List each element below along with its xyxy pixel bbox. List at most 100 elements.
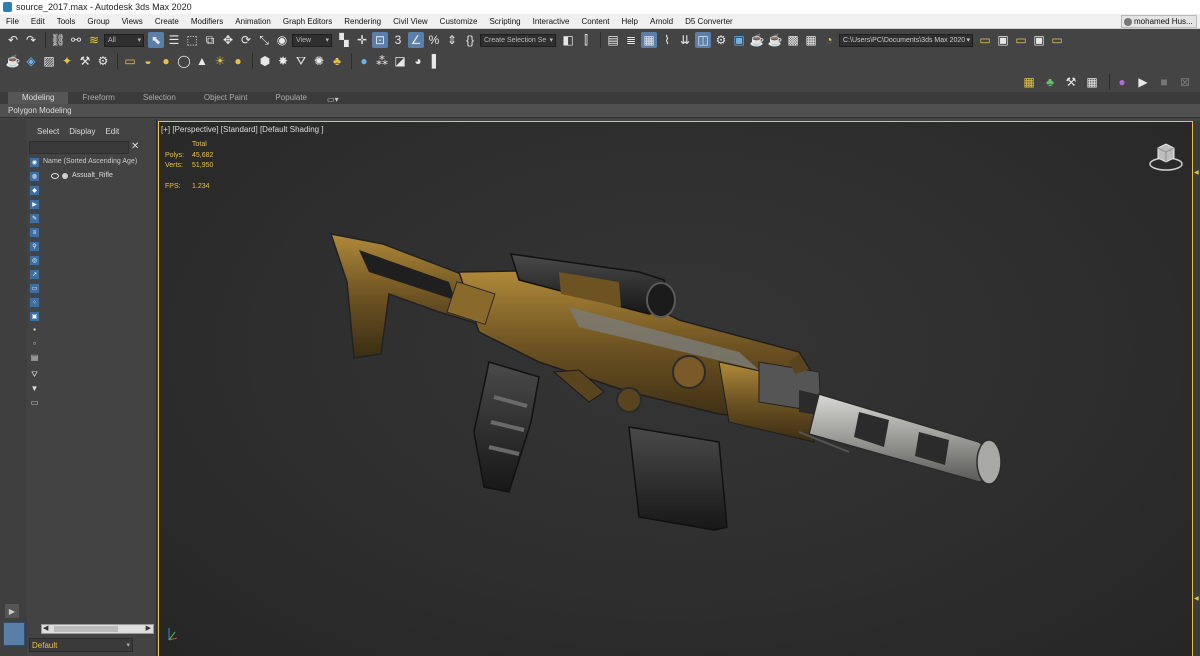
sphere-object-icon[interactable]: ● [158, 53, 174, 69]
filter-icon[interactable]: ▼ [29, 384, 40, 395]
display-containers-icon[interactable]: ⁘ [29, 297, 40, 308]
modifier-tools-icon[interactable]: ⚙ [95, 53, 111, 69]
scroll-right-icon[interactable]: ▶ [146, 624, 151, 632]
menu-edit[interactable]: Edit [25, 17, 51, 26]
render-iterative-icon[interactable]: ☕ [767, 32, 783, 48]
polygon-modeling-panel[interactable]: Polygon Modeling [8, 106, 72, 115]
menu-arnold[interactable]: Arnold [644, 17, 679, 26]
select-by-name-icon[interactable]: ☰ [166, 32, 182, 48]
new-project-icon[interactable]: ▣ [1031, 32, 1047, 48]
light-lister-icon[interactable]: ✦ [59, 53, 75, 69]
grass-icon[interactable]: ♣ [1042, 74, 1058, 90]
open-project-icon[interactable]: ▣ [995, 32, 1011, 48]
plugin-icon[interactable]: ● [1114, 74, 1130, 90]
skydome-light-icon[interactable]: ● [230, 53, 246, 69]
toggle-scene-explorer-icon[interactable]: ▤ [605, 32, 621, 48]
link-icon[interactable]: ⛓ [50, 32, 66, 48]
unlink-icon[interactable]: ⚯ [68, 32, 84, 48]
visibility-eye-icon[interactable] [51, 172, 59, 179]
rectangular-selection-icon[interactable]: ⬚ [184, 32, 200, 48]
display-xrefs-icon[interactable]: ↗ [29, 269, 40, 280]
explorer-menu-edit[interactable]: Edit [105, 127, 119, 136]
sphere-light-icon[interactable]: ◯ [176, 53, 192, 69]
percent-snap-icon[interactable]: % [426, 32, 442, 48]
menu-tools[interactable]: Tools [51, 17, 82, 26]
arnold-log-icon[interactable]: ▌ [428, 53, 444, 69]
display-none-icon[interactable]: ▫ [29, 339, 40, 350]
menu-group[interactable]: Group [81, 17, 115, 26]
material-sphere-icon[interactable]: ● [356, 53, 372, 69]
tab-populate[interactable]: Populate [261, 92, 321, 104]
scene-converter-icon[interactable]: ⚒ [77, 53, 93, 69]
photometric-light-icon[interactable]: ✸ [275, 53, 291, 69]
menu-views[interactable]: Views [116, 17, 149, 26]
perspective-viewport[interactable]: [+] [Perspective] [Standard] [Default Sh… [158, 121, 1193, 656]
wrench-icon[interactable]: ⚒ [1063, 74, 1079, 90]
menu-create[interactable]: Create [149, 17, 185, 26]
viewport-edge-marker-icon[interactable]: ◀ [1194, 595, 1199, 602]
scale-icon[interactable]: ⤡ [256, 32, 272, 48]
select-manipulate-icon[interactable]: ✛ [354, 32, 370, 48]
menu-file[interactable]: File [0, 17, 25, 26]
menu-civil-view[interactable]: Civil View [387, 17, 434, 26]
teapot-icon[interactable]: ☕ [5, 53, 21, 69]
display-helpers-icon[interactable]: ≡ [29, 227, 40, 238]
align-icon[interactable]: ⫿ [578, 32, 594, 48]
explorer-menu-display[interactable]: Display [69, 127, 95, 136]
render-production-icon[interactable]: ☕ [749, 32, 765, 48]
display-all-icon[interactable]: ◉ [29, 157, 40, 168]
explorer-horizontal-scrollbar[interactable]: ◀ ▶ [41, 624, 154, 634]
project-folder-dropdown[interactable]: C:\Users\PC\Documents\3ds Max 2020 [839, 33, 973, 47]
mirror-icon[interactable]: ◧ [560, 32, 576, 48]
schematic-view-icon[interactable]: ⇊ [677, 32, 693, 48]
name-column-header[interactable]: Name (Sorted Ascending Age) [43, 158, 157, 168]
blender-icon[interactable]: ◔ [821, 32, 837, 48]
viewport-label-menu[interactable]: [+] [Perspective] [Standard] [Default Sh… [161, 125, 324, 134]
fracture-icon[interactable]: ▦ [1021, 74, 1037, 90]
spreadsheet-icon[interactable]: ▦ [1084, 74, 1100, 90]
reference-coordinate-dropdown[interactable]: View [292, 33, 332, 47]
tab-modeling[interactable]: Modeling [8, 92, 69, 104]
undo-icon[interactable]: ↶ [5, 32, 21, 48]
rendered-frame-window-icon[interactable]: ▣ [731, 32, 747, 48]
display-invert-icon[interactable]: ▤ [29, 353, 40, 364]
display-cameras-icon[interactable]: ▶ [29, 199, 40, 210]
explorer-search-input[interactable] [29, 141, 129, 154]
material-editor-icon[interactable]: ◫ [695, 32, 711, 48]
edit-named-selection-icon[interactable]: {} [462, 32, 478, 48]
reset-icon[interactable]: ⊠ [1177, 74, 1193, 90]
menu-interactive[interactable]: Interactive [527, 17, 576, 26]
angle-snap-icon[interactable]: ∠ [408, 32, 424, 48]
render-elements-icon[interactable]: ◕ [410, 53, 426, 69]
spinner-snap-icon[interactable]: ⇕ [444, 32, 460, 48]
viewport-edge-marker-icon[interactable]: ◀ [1194, 169, 1199, 176]
camera-icon[interactable]: ⛛ [293, 53, 309, 69]
scroll-left-icon[interactable]: ◀ [43, 624, 48, 632]
render-in-cloud-icon[interactable]: ▩ [785, 32, 801, 48]
redo-icon[interactable]: ↷ [23, 32, 39, 48]
project-folder-icon[interactable]: ▭ [977, 32, 993, 48]
project-settings-icon[interactable]: ▭ [1013, 32, 1029, 48]
toggle-ribbon-icon[interactable]: ▦ [641, 32, 657, 48]
foliage-icon[interactable]: ♣ [329, 53, 345, 69]
ribbon-options-icon[interactable]: ▭▾ [327, 95, 339, 104]
bind-space-warp-icon[interactable]: ≋ [86, 32, 102, 48]
selection-filter-dropdown[interactable]: All [104, 33, 144, 47]
named-selection-dropdown[interactable]: Create Selection Se [480, 33, 556, 47]
tab-object-paint[interactable]: Object Paint [190, 92, 262, 104]
play-icon[interactable]: ▶ [1135, 74, 1151, 90]
color-palette-icon[interactable]: ⁂ [374, 53, 390, 69]
render-shortcuts-icon[interactable]: ▦ [803, 32, 819, 48]
display-spacewarps-icon[interactable]: ⚲ [29, 241, 40, 252]
cone-object-icon[interactable]: ▲ [194, 53, 210, 69]
menu-rendering[interactable]: Rendering [338, 17, 387, 26]
explorer-menu-select[interactable]: Select [37, 127, 59, 136]
select-object-icon[interactable]: ⬉ [148, 32, 164, 48]
display-lights-icon[interactable]: ✎ [29, 213, 40, 224]
menu-help[interactable]: Help [616, 17, 644, 26]
menu-graph-editors[interactable]: Graph Editors [277, 17, 338, 26]
tab-selection[interactable]: Selection [129, 92, 190, 104]
clear-search-icon[interactable]: ✕ [131, 141, 143, 154]
move-icon[interactable]: ✥ [220, 32, 236, 48]
mesh-light-icon[interactable]: ⬢ [257, 53, 273, 69]
